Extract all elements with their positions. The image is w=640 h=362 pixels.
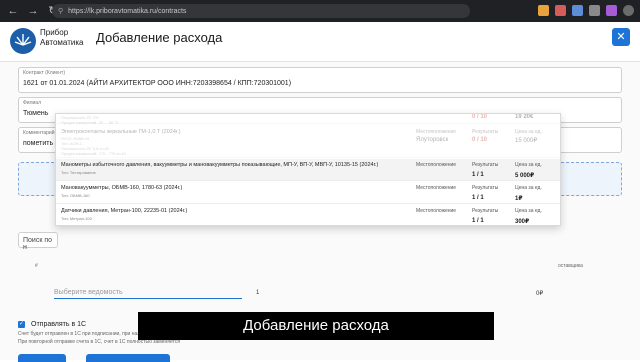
browser-toolbar: ← → ↻ ⚲ https://lk.priboravtomatika.ru/c… <box>0 0 640 22</box>
send-1c-option[interactable]: ✓ Отправлять в 1С <box>18 321 86 328</box>
extensions-bar <box>538 5 634 16</box>
company-logo[interactable] <box>10 28 36 54</box>
branch-label: Филиал <box>23 100 42 106</box>
instrument-dropdown: Погрешность ПГ 1% Предел измерений -20 .… <box>55 113 561 226</box>
vedomost-select[interactable]: Выберите ведомость <box>54 289 242 299</box>
contract-label: Контракт (Клиент) <box>23 70 66 76</box>
address-bar[interactable]: ⚲ https://lk.priboravtomatika.ru/contrac… <box>52 4 470 18</box>
extension-icon[interactable] <box>606 5 617 16</box>
extension-icon[interactable] <box>589 5 600 16</box>
list-item[interactable]: Мановакуумметры, ОБМВ-160, 1780-63 (2024… <box>56 182 560 204</box>
video-caption: Добавление расхода <box>138 312 494 340</box>
close-button[interactable]: ✕ <box>612 28 630 46</box>
extension-icon[interactable] <box>538 5 549 16</box>
row-quantity: 1 <box>256 290 260 296</box>
extension-icon[interactable] <box>555 5 566 16</box>
company-name: Прибор Автоматика <box>40 28 84 47</box>
branch-value: Тюмень <box>23 110 49 117</box>
list-item[interactable]: Манометры избыточного давления, вакуумме… <box>56 159 560 181</box>
contract-value: 1621 от 01.01.2024 (АЙТИ АРХИТЕКТОР ООО … <box>23 80 292 87</box>
extension-icon[interactable] <box>572 5 583 16</box>
comment-label: Комментарий <box>23 130 55 136</box>
contract-field[interactable]: Контракт (Клиент) 1621 от 01.01.2024 (АЙ… <box>18 67 622 93</box>
send-1c-checkbox[interactable]: ✓ <box>18 321 25 328</box>
site-info-icon[interactable]: ⚲ <box>58 7 63 15</box>
row-price: 0₽ <box>536 291 544 297</box>
url-text: https://lk.priboravtomatika.ru/contracts <box>68 7 187 15</box>
app-header: Прибор Автоматика Добавление расхода ✕ <box>0 22 640 62</box>
send-1c-label: Отправлять в 1С <box>31 321 87 328</box>
save-and-close-button[interactable] <box>86 354 170 362</box>
list-item[interactable]: Погрешность ПГ 1% Предел измерений -20 .… <box>56 114 560 125</box>
column-header-supplier: оставщика <box>558 263 583 269</box>
back-icon[interactable]: ← <box>6 4 20 18</box>
page-title: Добавление расхода <box>96 30 223 45</box>
column-header-number: # <box>35 263 38 269</box>
profile-avatar[interactable] <box>623 5 634 16</box>
list-item[interactable]: Датчики давления, Метран-100, 22235-01 (… <box>56 205 560 225</box>
list-item[interactable]: Электроконтакты зеркальные ГМ-1,0 Т (202… <box>56 125 560 158</box>
search-input[interactable]: Поиск по н <box>18 232 58 251</box>
save-button[interactable] <box>18 354 66 362</box>
forward-icon[interactable]: → <box>26 4 40 18</box>
